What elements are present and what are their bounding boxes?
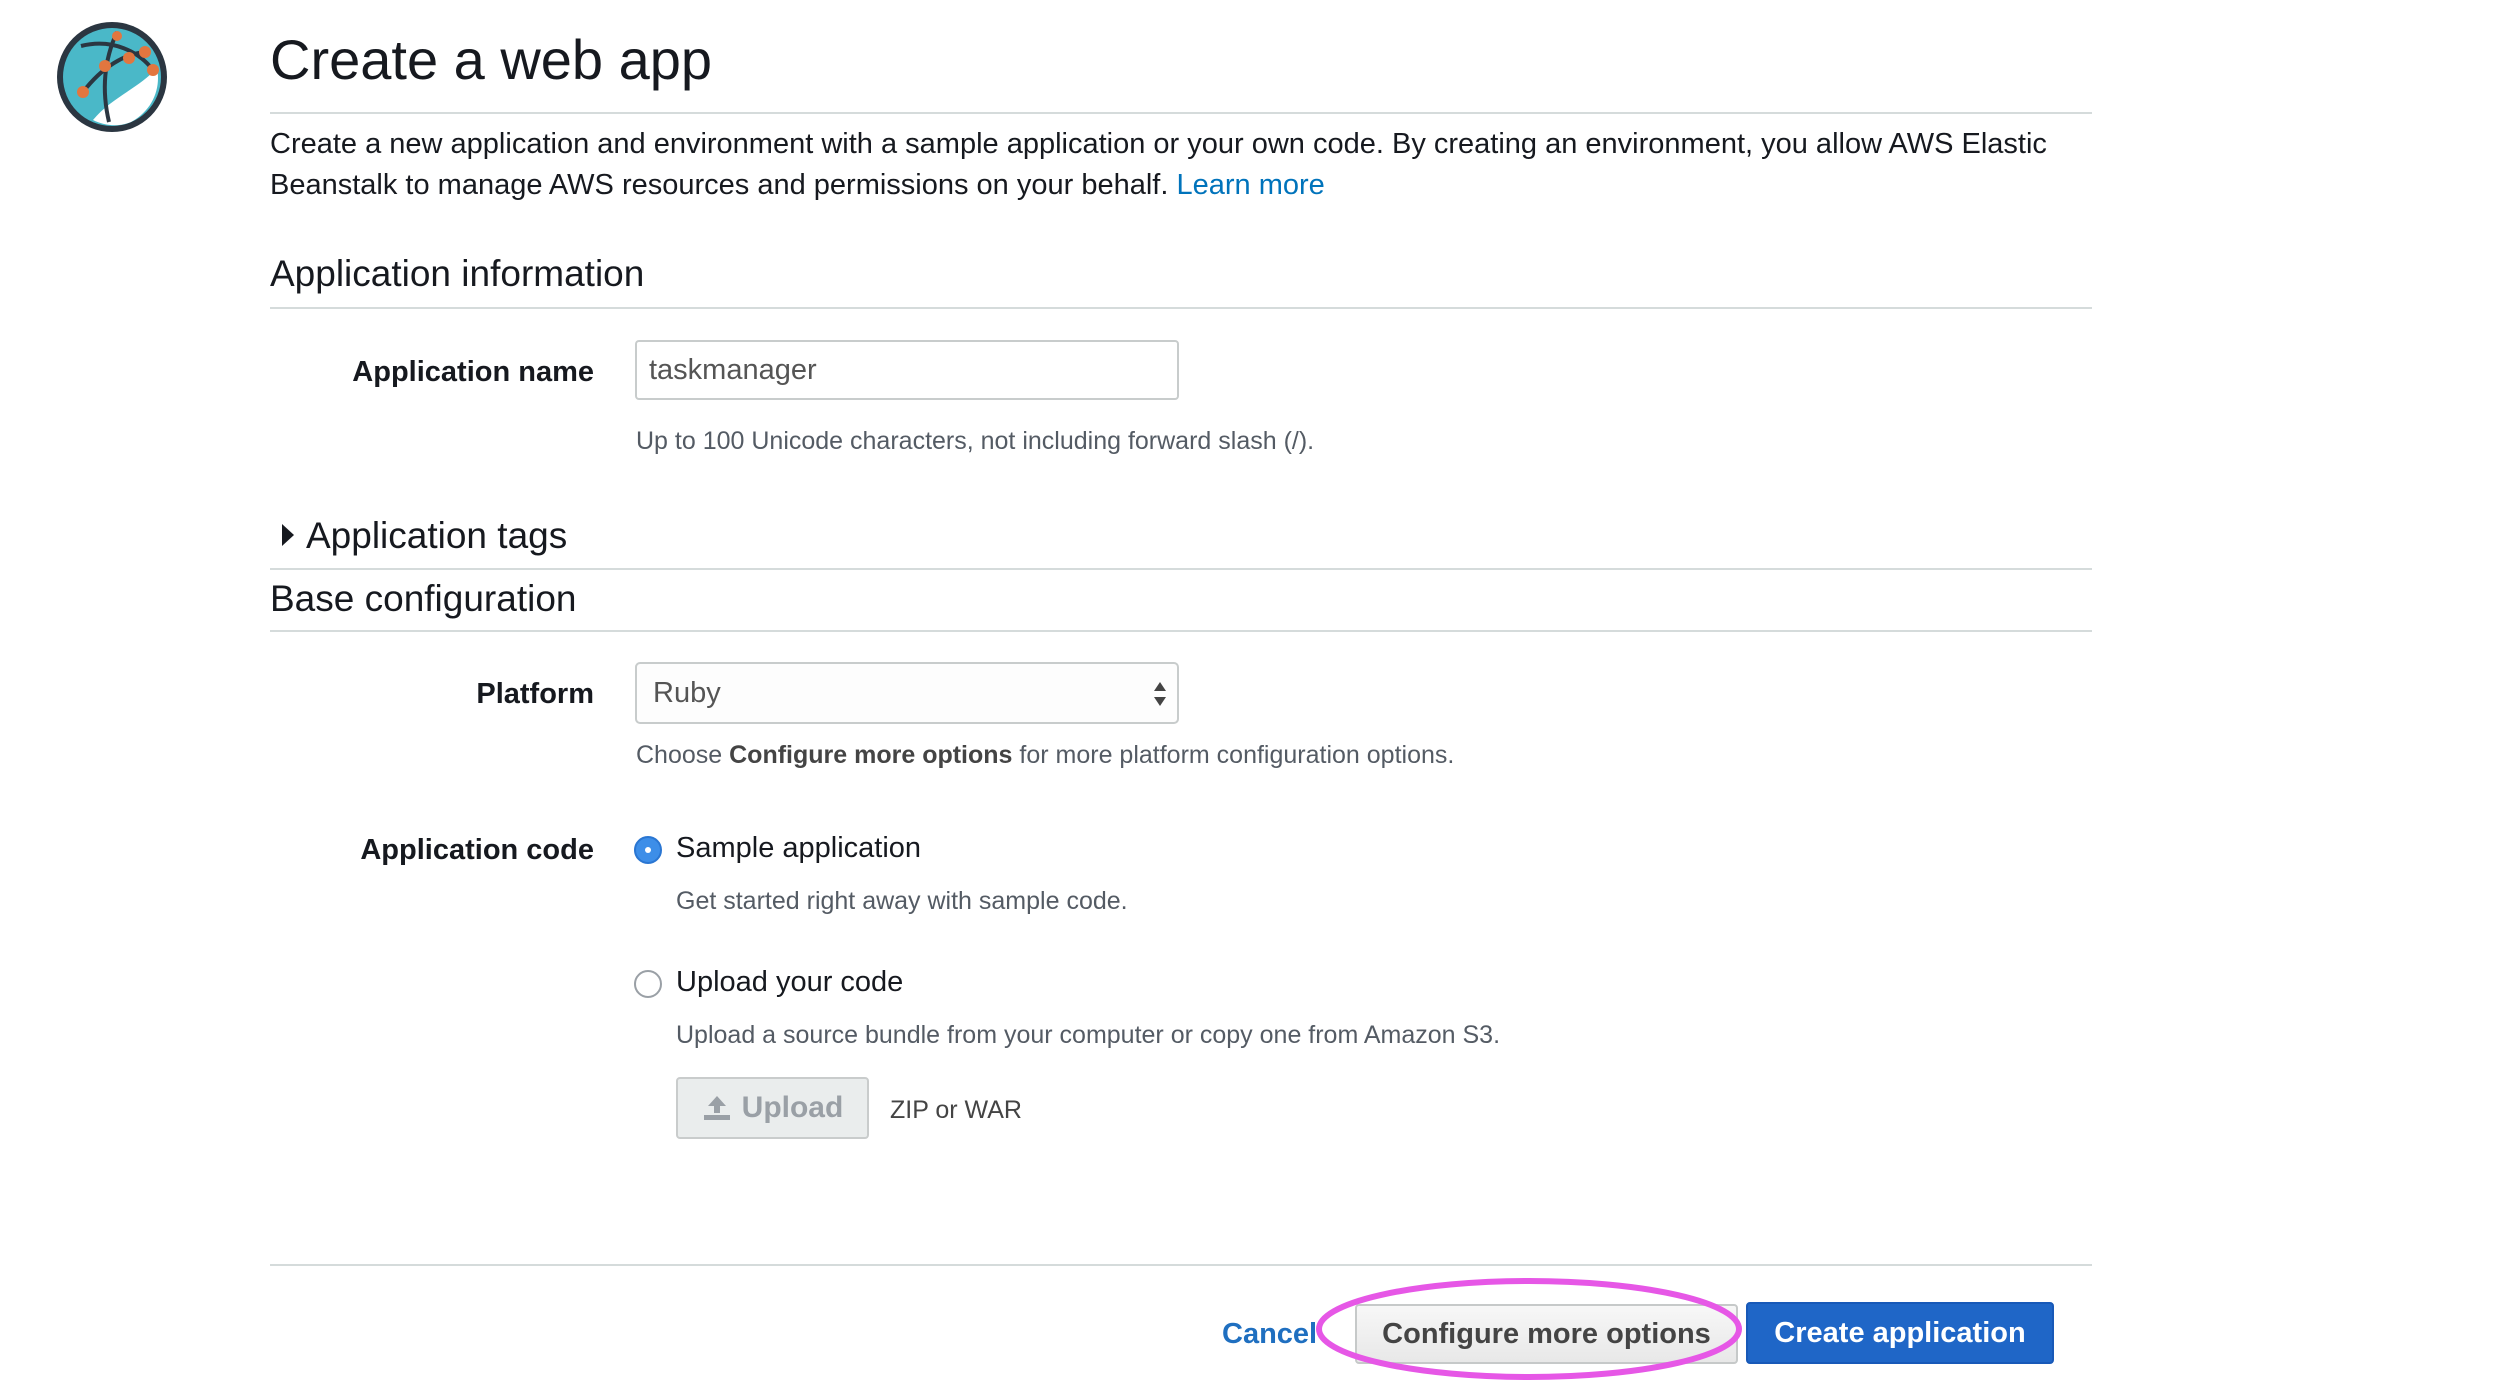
learn-more-link[interactable]: Learn more <box>1176 169 1324 201</box>
application-name-label: Application name <box>352 356 594 388</box>
application-name-hint: Up to 100 Unicode characters, not includ… <box>636 427 1315 455</box>
intro-text: Create a new application and environment… <box>270 128 2047 201</box>
upload-your-code-description: Upload a source bundle from your compute… <box>676 1021 1501 1049</box>
triangle-right-icon[interactable] <box>282 524 294 546</box>
upload-your-code-radio[interactable] <box>634 970 662 998</box>
sample-application-description: Get started right away with sample code. <box>676 887 1128 915</box>
base-configuration-heading: Base configuration <box>270 578 577 619</box>
platform-hint: Choose Configure more options for more p… <box>636 738 1454 772</box>
upload-button-label: Upload <box>741 1091 844 1124</box>
platform-selected-value: Ruby <box>653 677 721 709</box>
upload-file-types: ZIP or WAR <box>890 1096 1022 1124</box>
tags-divider <box>270 568 2092 570</box>
base-config-divider <box>270 630 2092 632</box>
application-name-input[interactable]: taskmanager <box>635 340 1179 400</box>
create-application-button[interactable]: Create application <box>1746 1302 2054 1364</box>
sample-application-radio[interactable] <box>634 836 662 864</box>
upload-button[interactable]: Upload <box>676 1077 869 1139</box>
upload-icon <box>703 1096 730 1120</box>
sample-application-label[interactable]: Sample application <box>676 828 921 868</box>
upload-your-code-label[interactable]: Upload your code <box>676 962 903 1002</box>
platform-label: Platform <box>476 678 594 710</box>
platform-select[interactable]: Ruby <box>635 662 1179 724</box>
highlight-ellipse <box>1316 1278 1742 1380</box>
cancel-link[interactable]: Cancel <box>1222 1316 1317 1352</box>
application-tags-toggle[interactable]: Application tags <box>306 512 567 560</box>
platform-hint-prefix: Choose <box>636 741 730 769</box>
select-arrows-icon <box>1154 682 1166 706</box>
platform-hint-suffix: for more platform configuration options. <box>1012 741 1455 769</box>
app-info-divider <box>270 307 2092 309</box>
application-information-heading: Application information <box>270 253 645 294</box>
page-title: Create a web app <box>270 28 713 91</box>
application-code-label: Application code <box>360 834 594 866</box>
elastic-beanstalk-globe-icon <box>57 22 167 132</box>
title-divider <box>270 112 2092 114</box>
footer-divider <box>270 1264 2092 1266</box>
intro-paragraph: Create a new application and environment… <box>270 124 2092 206</box>
platform-hint-bold: Configure more options <box>729 741 1013 769</box>
